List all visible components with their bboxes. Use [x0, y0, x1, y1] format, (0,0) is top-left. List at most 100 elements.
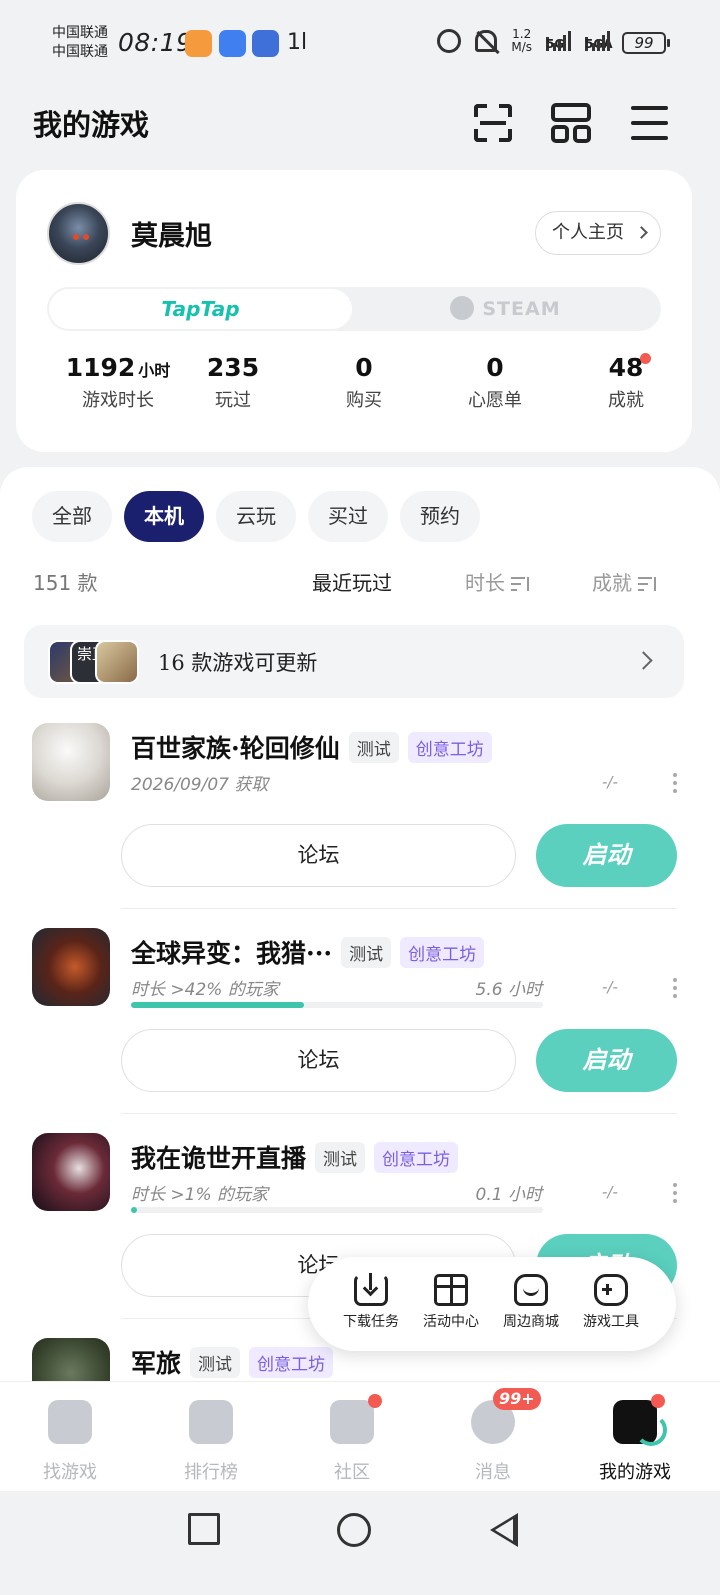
game-achievement-progress: -/- — [602, 1183, 618, 1201]
activity-center-button[interactable]: 活动中心 — [411, 1274, 491, 1331]
carrier-2: 中国联通 — [52, 44, 108, 60]
game-subtitle: 2026/09/07 获取 — [131, 775, 269, 795]
game-title[interactable]: 百世家族·轮回修仙 — [131, 729, 340, 765]
update-banner[interactable]: 崇直 16 款游戏可更新 — [24, 625, 684, 698]
network-speed-unit: M/s — [511, 40, 532, 54]
notification-upload-icon — [219, 30, 246, 57]
tag-workshop[interactable]: 创意工坊 — [400, 936, 485, 968]
username[interactable]: 莫晨旭 — [131, 214, 212, 253]
notification-dot — [640, 353, 651, 364]
carrier-info: 中国联通 中国联通 — [52, 24, 108, 62]
sort-row: 151 款 最近玩过 时长 成就 — [0, 565, 720, 605]
nav-messages[interactable]: 99+ 消息 — [438, 1388, 548, 1484]
divider — [121, 1113, 677, 1114]
network-speed: 1.2 M/s — [511, 28, 532, 54]
nav-find-game[interactable]: 找游戏 — [15, 1400, 125, 1484]
menu-icon[interactable] — [629, 102, 671, 144]
game-icon[interactable] — [32, 928, 110, 1006]
filter-reserved[interactable]: 预约 — [400, 491, 480, 542]
game-title[interactable]: 我在诡世开直播 — [131, 1139, 306, 1175]
notification-dot — [651, 1394, 665, 1408]
more-icon[interactable] — [671, 771, 679, 795]
playtime-progress-bar — [131, 1002, 543, 1008]
game-icon[interactable] — [32, 1338, 110, 1387]
stat-value: 0 — [355, 353, 373, 382]
stat-value: 0 — [486, 353, 504, 382]
launch-button[interactable]: 启动 — [536, 824, 677, 887]
filter-all[interactable]: 全部 — [32, 491, 112, 542]
game-thumbnail — [95, 640, 139, 684]
home-icon[interactable] — [337, 1513, 371, 1547]
platform-steam-tab[interactable]: STEAM — [352, 289, 659, 329]
stat-label: 成就 — [608, 390, 644, 411]
nav-label: 消息 — [475, 1462, 511, 1483]
platform-taptap-tab[interactable]: TapTap — [49, 289, 352, 329]
more-icon[interactable] — [671, 1181, 679, 1205]
carrier-1: 中国联通 — [52, 25, 108, 41]
playtime-progress-bar — [131, 1207, 543, 1213]
game-item: 百世家族·轮回修仙 测试 创意工坊 2026/09/07 获取 -/- 论坛 启… — [0, 723, 720, 928]
download-tasks-button[interactable]: 下载任务 — [331, 1273, 411, 1331]
layout-icon[interactable] — [550, 102, 592, 144]
game-count: 151 款 — [33, 571, 98, 595]
nav-ranking[interactable]: 排行榜 — [156, 1400, 266, 1484]
game-icon[interactable] — [32, 1133, 110, 1211]
stat-purchased[interactable]: 0 购买 — [299, 353, 429, 412]
forum-button[interactable]: 论坛 — [121, 824, 516, 887]
scan-icon[interactable] — [472, 102, 514, 144]
back-icon[interactable] — [490, 1513, 518, 1547]
tag-workshop[interactable]: 创意工坊 — [249, 1346, 334, 1378]
game-achievement-progress: -/- — [602, 773, 618, 791]
launch-button[interactable]: 启动 — [536, 1029, 677, 1092]
community-icon — [330, 1394, 382, 1444]
game-icon[interactable] — [32, 723, 110, 801]
activity-center-label: 活动中心 — [423, 1314, 479, 1330]
sort-icon — [511, 577, 529, 591]
sort-duration[interactable]: 时长 — [465, 567, 529, 596]
tag-workshop[interactable]: 创意工坊 — [374, 1141, 459, 1173]
nav-label: 排行榜 — [184, 1462, 238, 1483]
stat-achievements[interactable]: 48 成就 — [561, 353, 691, 412]
tag-test: 测试 — [190, 1346, 241, 1378]
game-title[interactable]: 全球异变：我猎··· — [131, 934, 332, 970]
update-text: 16 款游戏可更新 — [158, 651, 318, 675]
game-hours: 5.6 小时 — [475, 980, 542, 1000]
sort-achievement[interactable]: 成就 — [592, 567, 656, 596]
progress-fill — [131, 1207, 138, 1213]
nav-my-games[interactable]: 我的游戏 — [580, 1394, 690, 1484]
gift-icon — [434, 1274, 468, 1306]
filter-cloud[interactable]: 云玩 — [216, 491, 296, 542]
tag-workshop[interactable]: 创意工坊 — [407, 731, 492, 763]
game-title[interactable]: 军旅 — [131, 1344, 181, 1380]
profile-home-button[interactable]: 个人主页 — [535, 211, 661, 255]
sort-achievement-label: 成就 — [592, 571, 632, 595]
nav-label: 找游戏 — [43, 1462, 97, 1483]
filter-local[interactable]: 本机 — [124, 491, 204, 542]
page-title: 我的游戏 — [33, 108, 150, 142]
recent-apps-icon[interactable] — [188, 1513, 220, 1545]
filter-bought[interactable]: 买过 — [308, 491, 388, 542]
more-icon[interactable] — [671, 976, 679, 1000]
nav-label: 我的游戏 — [599, 1462, 671, 1483]
steam-icon — [450, 296, 475, 320]
ranking-icon — [189, 1400, 233, 1444]
stat-label: 心愿单 — [468, 390, 522, 411]
stat-playtime[interactable]: 1192 小时 游戏时长 — [53, 353, 183, 412]
game-title-row: 我在诡世开直播 测试 创意工坊 — [131, 1139, 459, 1175]
sort-recent[interactable]: 最近玩过 — [312, 567, 392, 596]
avatar[interactable] — [47, 202, 110, 265]
game-library-panel: 全部 本机 云玩 买过 预约 151 款 最近玩过 时长 成就 崇直 16 款游… — [0, 467, 720, 1387]
platform-steam-label: STEAM — [482, 298, 561, 320]
merch-store-label: 周边商城 — [503, 1314, 559, 1330]
tag-test: 测试 — [341, 936, 392, 968]
forum-button[interactable]: 论坛 — [121, 1029, 516, 1092]
nav-community[interactable]: 社区 — [297, 1394, 407, 1484]
game-subtitle: 时长 >1% 的玩家 — [131, 1185, 269, 1205]
stat-wishlist[interactable]: 0 心愿单 — [430, 353, 560, 412]
game-tools-button[interactable]: 游戏工具 — [571, 1274, 651, 1331]
merch-store-button[interactable]: 周边商城 — [491, 1274, 571, 1331]
find-game-icon — [48, 1400, 92, 1444]
shop-icon — [514, 1274, 548, 1306]
game-subtitle: 时长 >42% 的玩家 — [131, 980, 279, 1000]
stat-played[interactable]: 235 玩过 — [168, 353, 298, 412]
